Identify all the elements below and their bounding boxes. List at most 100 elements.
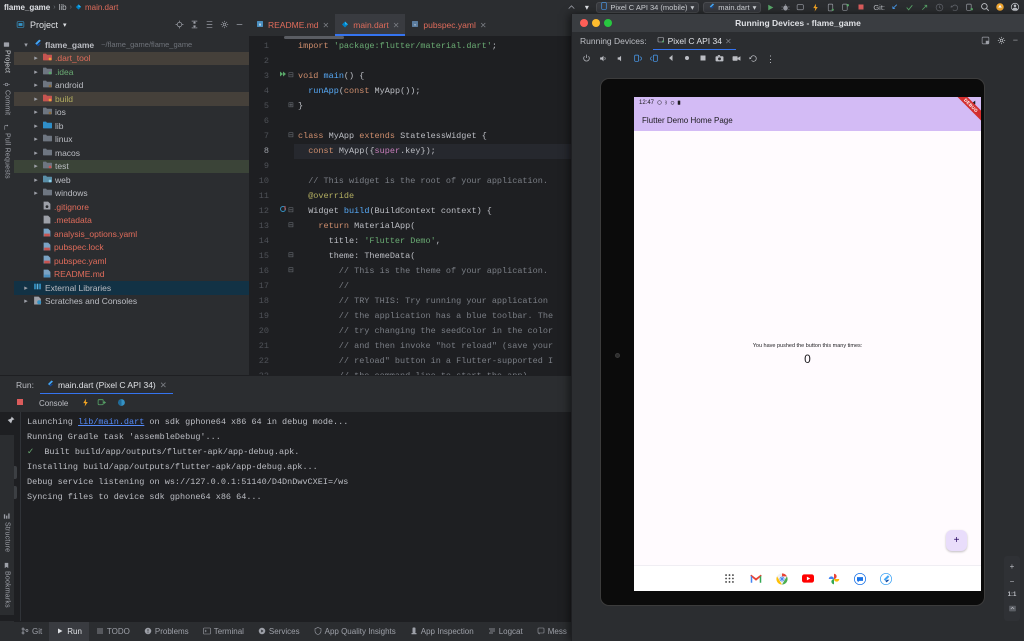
volume-up-icon[interactable] xyxy=(599,54,608,65)
status-bar-item-app-quality-insights[interactable]: App Quality Insights xyxy=(307,622,403,641)
hot-reload-icon[interactable] xyxy=(810,2,821,13)
tree-item[interactable]: ▸ windows xyxy=(14,187,249,201)
device-icon[interactable] xyxy=(964,2,975,13)
overview-icon[interactable] xyxy=(699,54,707,64)
rotate-left-icon[interactable] xyxy=(633,54,642,65)
tree-item[interactable]: ▸ build xyxy=(14,92,249,106)
tool-window-bookmarks[interactable]: Bookmarks xyxy=(3,559,11,611)
tool-window-project[interactable]: Project xyxy=(3,38,11,76)
breadcrumb-file[interactable]: main.dart xyxy=(85,3,118,12)
close-icon[interactable]: ✕ xyxy=(323,21,330,30)
maximize-window-button[interactable] xyxy=(604,19,612,27)
app-grid-icon[interactable] xyxy=(723,572,736,585)
close-icon[interactable]: ✕ xyxy=(480,21,487,30)
chevron-right-icon[interactable]: ▸ xyxy=(32,54,40,62)
editor-tab-main-dart[interactable]: main.dart ✕ xyxy=(335,14,406,36)
status-bar-item-app-inspection[interactable]: App Inspection xyxy=(403,622,481,641)
zoom-fit-icon[interactable] xyxy=(1008,604,1017,615)
chevron-right-icon[interactable]: ▸ xyxy=(32,149,40,157)
tree-item[interactable]: ▾ flame_game ~/flame_game/flame_game xyxy=(14,38,249,52)
pin-icon[interactable] xyxy=(6,416,15,427)
run-config-selector[interactable]: main.dart ▾ xyxy=(703,1,762,13)
tree-item[interactable]: pubspec.yaml xyxy=(14,254,249,268)
console-tab[interactable]: Console xyxy=(39,399,68,408)
power-icon[interactable] xyxy=(582,54,591,65)
device-explorer-icon[interactable] xyxy=(840,2,851,13)
settings-icon[interactable] xyxy=(220,20,229,31)
tree-item[interactable]: pubspec.lock xyxy=(14,241,249,255)
screenshot-icon[interactable] xyxy=(715,54,724,65)
window-title-bar[interactable]: Running Devices - flame_game xyxy=(572,14,1024,32)
status-bar-item-logcat[interactable]: Logcat xyxy=(481,622,530,641)
tree-item[interactable]: ▸ Scratches and Consoles xyxy=(14,295,249,309)
back-icon[interactable] xyxy=(667,54,675,64)
tree-item[interactable]: ▸ External Libraries xyxy=(14,281,249,295)
rotate-right-icon[interactable] xyxy=(650,54,659,65)
messages-icon[interactable] xyxy=(853,572,866,585)
device-screen[interactable]: 12:47 Flutter Demo Home Page You have pu… xyxy=(634,97,981,591)
chevron-right-icon[interactable]: ▸ xyxy=(32,68,40,76)
tree-item[interactable]: .metadata xyxy=(14,214,249,228)
status-bar-item-mess[interactable]: Mess xyxy=(530,622,574,641)
chevron-right-icon[interactable]: ▸ xyxy=(32,162,40,170)
update-project-icon[interactable] xyxy=(889,2,900,13)
editor-tab-pubspec[interactable]: Y pubspec.yaml ✕ xyxy=(405,14,492,36)
chevron-down-icon[interactable]: ▾ xyxy=(22,41,30,49)
tool-window-structure[interactable]: Structure xyxy=(3,510,11,555)
chevron-right-icon[interactable]: ▸ xyxy=(32,95,40,103)
breadcrumb-folder[interactable]: lib xyxy=(59,3,67,12)
status-bar-item-git[interactable]: Git xyxy=(14,622,49,641)
tree-item[interactable]: ▸ .dart_tool xyxy=(14,51,249,65)
chevron-right-icon[interactable]: ▸ xyxy=(32,122,40,130)
stop-icon[interactable] xyxy=(16,398,24,408)
photos-icon[interactable] xyxy=(827,572,840,585)
chevron-right-icon[interactable]: ▸ xyxy=(22,284,30,292)
chevron-right-icon[interactable]: ▸ xyxy=(32,108,40,116)
close-icon[interactable]: ✕ xyxy=(160,380,167,391)
stop-icon[interactable] xyxy=(855,2,866,13)
volume-down-icon[interactable] xyxy=(616,54,625,65)
close-window-button[interactable] xyxy=(580,19,588,27)
chevron-right-icon[interactable]: ▸ xyxy=(22,297,30,305)
chevron-right-icon[interactable]: ▸ xyxy=(32,189,40,197)
run-icon[interactable] xyxy=(765,2,776,13)
chevron-down-icon[interactable]: ▾ xyxy=(63,21,67,29)
close-icon[interactable]: ✕ xyxy=(393,21,400,30)
locate-icon[interactable] xyxy=(175,20,184,31)
hot-restart-icon[interactable] xyxy=(97,398,107,409)
tree-item[interactable]: analysis_options.yaml xyxy=(14,227,249,241)
tree-item[interactable]: README.md xyxy=(14,268,249,282)
commit-icon[interactable] xyxy=(904,2,915,13)
hot-reload-icon[interactable] xyxy=(81,398,90,409)
debug-icon[interactable] xyxy=(780,2,791,13)
flutter-icon[interactable] xyxy=(879,572,892,585)
profile-icon[interactable] xyxy=(795,2,806,13)
youtube-icon[interactable] xyxy=(801,572,814,585)
account-icon[interactable] xyxy=(1009,2,1020,13)
minimize-window-button[interactable] xyxy=(592,19,600,27)
push-icon[interactable] xyxy=(919,2,930,13)
settings-sync-icon[interactable] xyxy=(566,2,577,13)
project-panel-title[interactable]: Project xyxy=(30,20,58,30)
zoom-in-button[interactable]: + xyxy=(1010,562,1015,571)
chevron-right-icon[interactable]: ▸ xyxy=(32,81,40,89)
tree-item[interactable]: ▸ lib xyxy=(14,119,249,133)
editor-tab-readme[interactable]: M README.md ✕ xyxy=(250,14,335,36)
status-bar-item-todo[interactable]: TODO xyxy=(89,622,137,641)
tree-item[interactable]: ▸ macos xyxy=(14,146,249,160)
history-icon[interactable] xyxy=(749,54,758,65)
search-icon[interactable] xyxy=(979,2,990,13)
expand-all-icon[interactable] xyxy=(190,20,199,31)
increment-fab[interactable]: + xyxy=(946,530,967,551)
breadcrumb-project[interactable]: flame_game xyxy=(4,3,50,12)
chrome-icon[interactable] xyxy=(775,572,788,585)
notifications-icon[interactable] xyxy=(994,2,1005,13)
chevron-right-icon[interactable]: ▸ xyxy=(32,176,40,184)
tree-item[interactable]: ▸ .idea xyxy=(14,65,249,79)
close-icon[interactable]: ✕ xyxy=(725,37,732,46)
open-devtools-icon[interactable] xyxy=(117,398,126,409)
device-manager-icon[interactable] xyxy=(825,2,836,13)
home-icon[interactable] xyxy=(683,54,691,64)
chevron-down-icon[interactable]: ▾ xyxy=(581,2,592,13)
status-bar-item-problems[interactable]: Problems xyxy=(137,622,196,641)
